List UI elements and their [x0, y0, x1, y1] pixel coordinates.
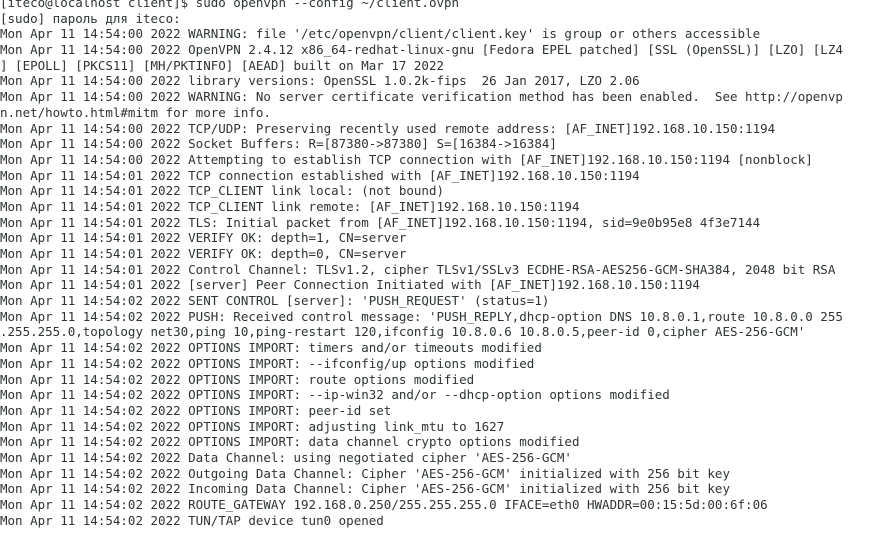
terminal-line: Mon Apr 11 14:54:01 2022 TCP_CLIENT link… — [0, 198, 580, 214]
terminal-line: Mon Apr 11 14:54:01 2022 VERIFY OK: dept… — [0, 246, 407, 261]
terminal-line: Mon Apr 11 14:54:02 2022 OPTIONS IMPORT:… — [0, 434, 580, 450]
terminal-line: Mon Apr 11 14:54:02 2022 Incoming Data C… — [0, 481, 730, 497]
terminal-line: Mon Apr 11 14:54:00 2022 WARNING: No ser… — [0, 89, 843, 105]
terminal-line: Mon Apr 11 14:54:01 2022 TCP_CLIENT link… — [0, 183, 445, 199]
terminal-line: Mon Apr 11 14:54:02 2022 PUSH: Received … — [0, 308, 843, 324]
terminal-line: Mon Apr 11 14:54:02 2022 OPTIONS IMPORT:… — [0, 371, 475, 387]
terminal-line: Mon Apr 11 14:54:01 2022 Control Channel… — [0, 261, 836, 277]
terminal-line: Mon Apr 11 14:54:00 2022 TCP/UDP: Preser… — [0, 120, 776, 136]
terminal-line: Mon Apr 11 14:54:02 2022 ROUTE_GATEWAY 1… — [0, 497, 768, 512]
terminal-line: [iteco@localhost client]$ sudo openvpn -… — [0, 0, 460, 10]
terminal-line: Mon Apr 11 14:54:00 2022 library version… — [0, 73, 640, 89]
terminal-line: Mon Apr 11 14:54:02 2022 OPTIONS IMPORT:… — [0, 402, 392, 418]
terminal-line: Mon Apr 11 14:54:00 2022 OpenVPN 2.4.12 … — [0, 42, 843, 58]
terminal-line: n.net/howto.html#mitm for more info. — [0, 104, 271, 120]
terminal-line: Mon Apr 11 14:54:02 2022 TUN/TAP device … — [0, 512, 384, 528]
terminal-lines: [iteco@localhost client]$ sudo openvpn -… — [0, 0, 843, 528]
terminal-line: Mon Apr 11 14:54:02 2022 OPTIONS IMPORT:… — [0, 387, 670, 403]
terminal-line: Mon Apr 11 14:54:02 2022 OPTIONS IMPORT:… — [0, 355, 535, 371]
terminal-line: Mon Apr 11 14:54:02 2022 SENT CONTROL [s… — [0, 293, 550, 309]
terminal-line: Mon Apr 11 14:54:00 2022 Socket Buffers:… — [0, 136, 557, 152]
terminal-line: Mon Apr 11 14:54:02 2022 OPTIONS IMPORT:… — [0, 340, 542, 356]
terminal-line: Mon Apr 11 14:54:01 2022 TLS: Initial pa… — [0, 214, 761, 230]
terminal-line: Mon Apr 11 14:54:02 2022 Data Channel: u… — [0, 449, 572, 465]
terminal-line: .255.255.0,topology net30,ping 10,ping-r… — [0, 324, 806, 340]
terminal-line: Mon Apr 11 14:54:00 2022 WARNING: file '… — [0, 26, 761, 42]
terminal-line: Mon Apr 11 14:54:02 2022 Outgoing Data C… — [0, 465, 730, 481]
terminal-output[interactable]: [iteco@localhost client]$ sudo openvpn -… — [0, 0, 882, 546]
terminal-line: [sudo] пароль для iteco: — [0, 10, 181, 26]
terminal-line: Mon Apr 11 14:54:00 2022 Attempting to e… — [0, 151, 813, 167]
terminal-line: Mon Apr 11 14:54:01 2022 [server] Peer C… — [0, 277, 700, 293]
terminal-line: ] [EPOLL] [PKCS11] [MH/PKTINFO] [AEAD] b… — [0, 57, 445, 73]
terminal-line: Mon Apr 11 14:54:02 2022 OPTIONS IMPORT:… — [0, 418, 505, 434]
terminal-line: Mon Apr 11 14:54:01 2022 VERIFY OK: dept… — [0, 230, 407, 246]
terminal-line: Mon Apr 11 14:54:01 2022 TCP connection … — [0, 167, 640, 183]
